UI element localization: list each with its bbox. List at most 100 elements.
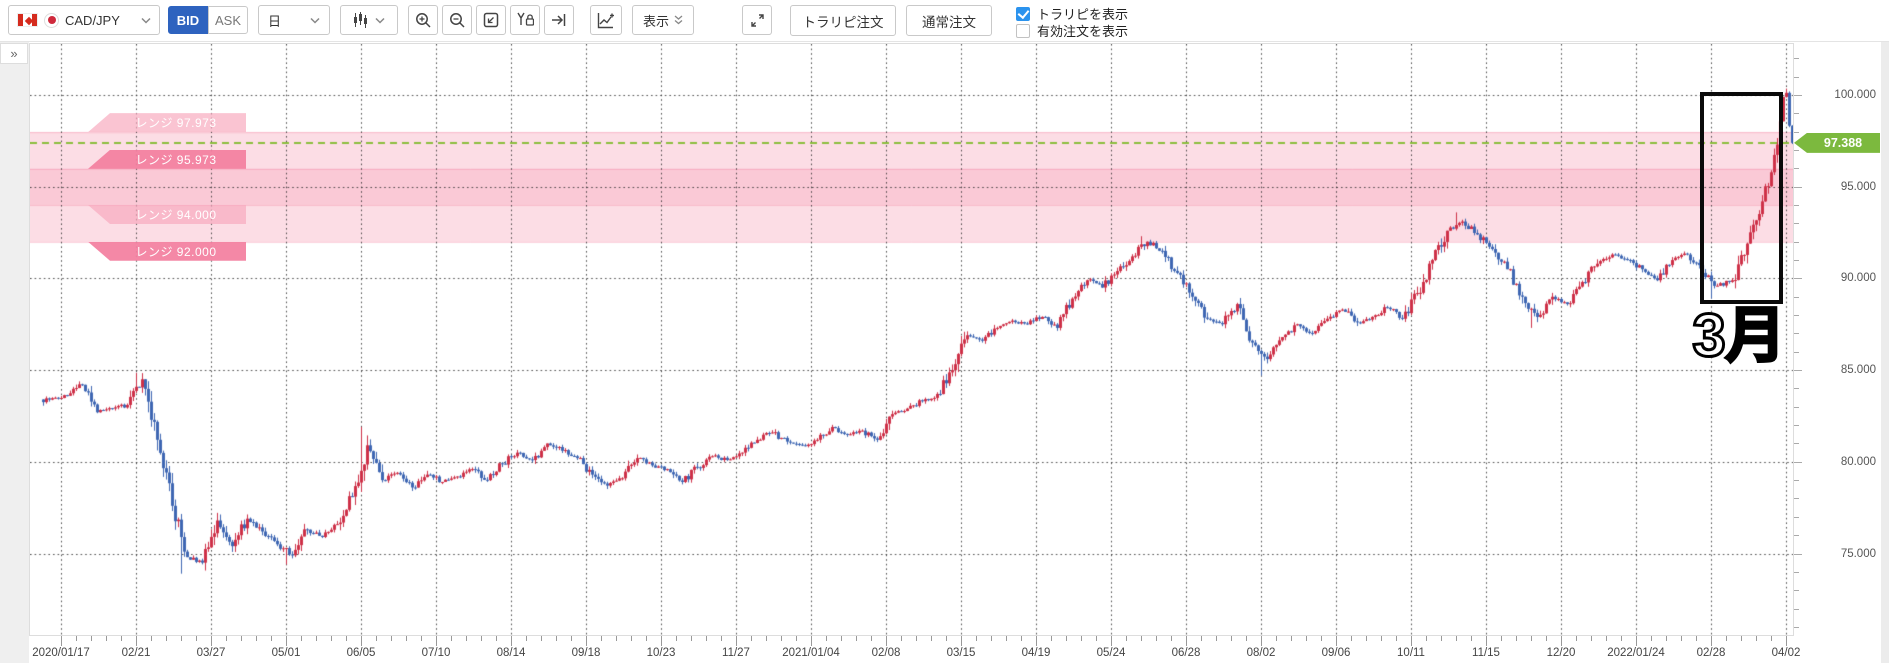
price-minor-tick <box>1794 223 1799 225</box>
date-minor-tick <box>541 636 542 641</box>
date-minor-tick <box>361 636 362 646</box>
date-minor-tick <box>1666 636 1667 641</box>
price-minor-tick <box>1794 608 1799 610</box>
add-indicator-button[interactable] <box>590 5 622 35</box>
price-axis[interactable]: 100.000 95.000 90.000 85.000 80.000 75.000 <box>1794 42 1881 636</box>
date-minor-tick <box>736 636 737 646</box>
expand-arrows-icon <box>750 13 764 27</box>
date-minor-tick <box>1216 636 1217 641</box>
fit-screen-button[interactable] <box>476 5 506 35</box>
date-minor-tick <box>571 636 572 641</box>
zoom-in-button[interactable] <box>408 5 438 35</box>
fit-screen-icon <box>483 12 499 28</box>
go-to-latest-button[interactable] <box>544 5 574 35</box>
right-edge-strip <box>1881 42 1889 663</box>
display-options-button[interactable]: 表示 <box>632 5 694 35</box>
collapsed-side-panel <box>0 42 29 663</box>
date-axis-label: 2022/01/24 <box>1607 647 1665 659</box>
date-minor-tick <box>466 636 467 641</box>
date-minor-tick <box>811 636 812 646</box>
date-minor-tick <box>1711 636 1712 646</box>
date-minor-tick <box>121 636 122 641</box>
show-active-orders-checkbox-row[interactable]: 有効注文を表示 <box>1016 21 1128 40</box>
date-minor-tick <box>1426 636 1427 641</box>
date-axis[interactable]: 2020/01/17 02/21 03/27 05/01 06/05 07/10 08/14… <box>0 636 1880 663</box>
date-minor-tick <box>271 636 272 641</box>
date-axis-label: 10/11 <box>1397 647 1425 659</box>
date-minor-tick <box>1186 636 1187 646</box>
date-axis-label: 08/14 <box>496 647 526 659</box>
date-minor-tick <box>1441 636 1442 641</box>
price-minor-tick <box>1794 241 1799 243</box>
date-minor-tick <box>316 636 317 641</box>
range-tag[interactable]: レンジ 94.000 <box>88 205 246 225</box>
symbol-select[interactable]: CAD/JPY <box>8 5 160 35</box>
expand-chart-button[interactable] <box>742 5 772 35</box>
price-axis-label: 95.000 <box>1840 180 1876 193</box>
y-axis-lock-button[interactable] <box>510 5 540 35</box>
date-minor-tick <box>346 636 347 641</box>
date-minor-tick <box>421 636 422 641</box>
price-minor-tick <box>1794 333 1799 335</box>
date-minor-tick <box>1141 636 1142 641</box>
date-minor-tick <box>1246 636 1247 641</box>
price-minor-tick <box>1794 205 1799 207</box>
price-minor-tick <box>1794 590 1799 592</box>
price-minor-tick <box>1794 480 1799 482</box>
date-axis-label: 05/01 <box>271 647 301 659</box>
price-minor-tick <box>1794 168 1799 170</box>
price-minor-tick <box>1794 113 1799 115</box>
date-minor-tick <box>661 636 662 646</box>
timeframe-select[interactable]: 日 <box>258 5 330 35</box>
show-active-orders-checkbox[interactable] <box>1016 23 1030 38</box>
y-axis-lock-icon <box>517 12 534 26</box>
date-minor-tick <box>1501 636 1502 641</box>
normal-order-button[interactable]: 通常注文 <box>906 5 992 36</box>
range-tag[interactable]: レンジ 92.000 <box>88 241 246 261</box>
date-minor-tick <box>751 636 752 641</box>
date-axis-label: 07/10 <box>421 647 451 659</box>
bid-toggle-button[interactable]: BID <box>168 6 208 34</box>
date-minor-tick <box>1516 636 1517 641</box>
zoom-out-icon <box>449 12 465 28</box>
symbol-label: CAD/JPY <box>65 12 120 28</box>
date-minor-tick <box>1651 636 1652 641</box>
date-minor-tick <box>1261 636 1262 646</box>
date-axis-label: 03/15 <box>946 647 976 659</box>
range-tag[interactable]: レンジ 95.973 <box>88 149 246 169</box>
ask-toggle-button[interactable]: ASK <box>208 6 248 34</box>
date-minor-tick <box>1726 636 1727 641</box>
toraripi-order-button[interactable]: トラリピ注文 <box>790 5 896 36</box>
candlestick-chart-canvas[interactable] <box>30 44 1793 635</box>
price-minor-tick <box>1794 186 1802 188</box>
zoom-out-button[interactable] <box>442 5 472 35</box>
date-axis-label: 2021/01/04 <box>782 647 840 659</box>
price-minor-tick <box>1794 571 1799 573</box>
date-minor-tick <box>61 636 62 646</box>
price-minor-tick <box>1794 370 1802 372</box>
date-minor-tick <box>1366 636 1367 641</box>
date-axis-label: 08/02 <box>1246 647 1276 659</box>
date-axis-label: 10/23 <box>646 647 676 659</box>
date-minor-tick <box>496 636 497 641</box>
price-minor-tick <box>1794 406 1799 408</box>
date-minor-tick <box>1156 636 1157 641</box>
date-minor-tick <box>1291 636 1292 641</box>
date-minor-tick <box>1231 636 1232 641</box>
range-tag[interactable]: レンジ 97.973 <box>88 113 246 133</box>
panel-expand-button[interactable]: » <box>0 43 28 64</box>
date-minor-tick <box>691 636 692 641</box>
price-minor-tick <box>1794 315 1799 317</box>
price-minor-tick <box>1794 535 1799 537</box>
date-minor-tick <box>991 636 992 641</box>
date-minor-tick <box>1606 636 1607 641</box>
chart-type-select[interactable] <box>340 5 398 35</box>
go-to-latest-icon <box>552 14 566 26</box>
date-minor-tick <box>976 636 977 641</box>
date-minor-tick <box>1786 636 1787 646</box>
date-minor-tick <box>406 636 407 641</box>
date-axis-label: 11/27 <box>722 647 750 659</box>
show-toraripi-checkbox[interactable] <box>1016 6 1030 21</box>
date-minor-tick <box>166 636 167 641</box>
date-minor-tick <box>1051 636 1052 641</box>
